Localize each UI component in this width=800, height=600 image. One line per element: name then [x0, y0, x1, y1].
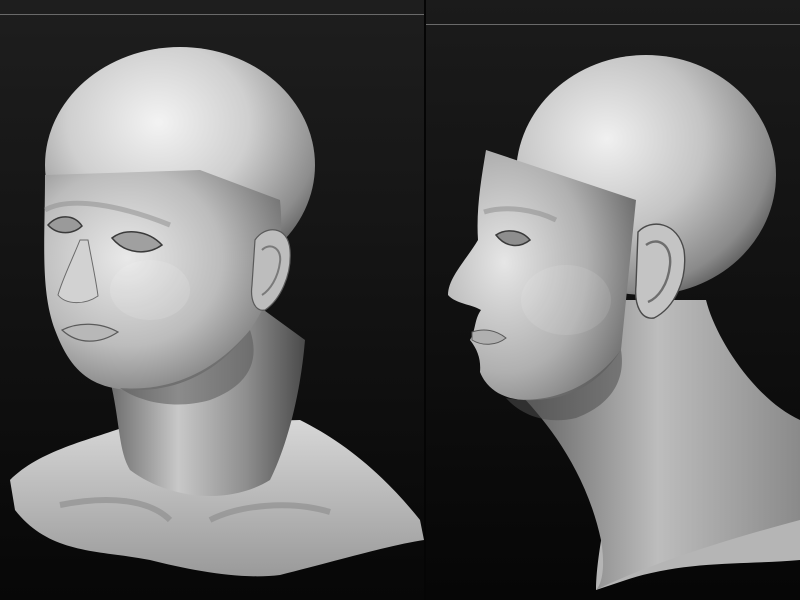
three-quarter-view-panel — [0, 0, 424, 600]
right-view-top-rule — [426, 24, 800, 25]
three-quarter-head-render — [0, 0, 424, 600]
profile-view-panel — [426, 0, 800, 600]
left-view-top-rule — [0, 14, 424, 15]
sculpt-viewport — [0, 0, 800, 600]
profile-head-render — [426, 0, 800, 600]
